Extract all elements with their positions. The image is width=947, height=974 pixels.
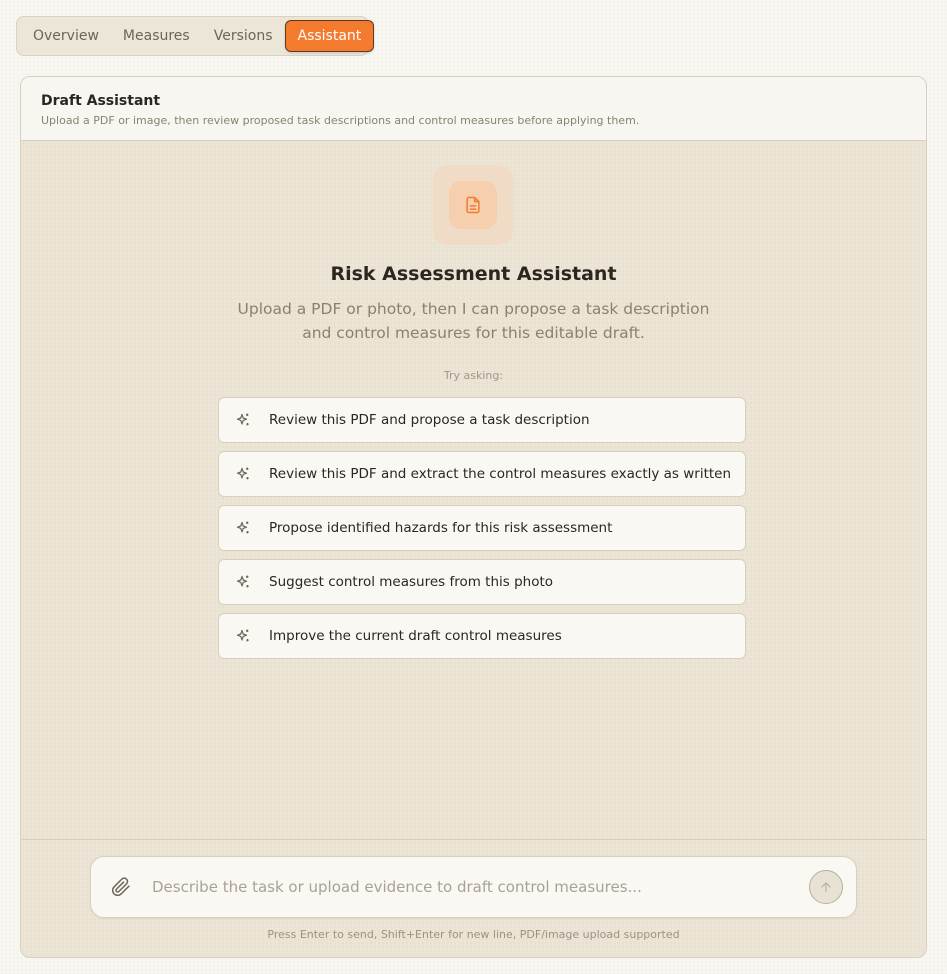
document-icon-badge: [433, 165, 513, 245]
suggestion-label: Improve the current draft control measur…: [269, 628, 562, 644]
suggestion-label: Review this PDF and propose a task descr…: [269, 412, 590, 428]
suggestion-button[interactable]: Improve the current draft control measur…: [218, 613, 746, 659]
tab-versions[interactable]: Versions: [202, 20, 285, 52]
suggestion-list: Review this PDF and propose a task descr…: [218, 397, 746, 667]
suggestion-button[interactable]: Review this PDF and extract the control …: [218, 451, 746, 497]
panel-title: Draft Assistant: [41, 93, 161, 109]
send-button[interactable]: [809, 870, 843, 904]
suggestion-label: Review this PDF and extract the control …: [269, 466, 732, 482]
sparkle-icon: [235, 412, 251, 428]
chat-empty-state: Risk Assessment Assistant Upload a PDF o…: [21, 141, 926, 839]
composer-area: Press Enter to send, Shift+Enter for new…: [21, 839, 926, 957]
sparkle-icon: [235, 466, 251, 482]
message-composer: [90, 856, 857, 918]
tab-measures[interactable]: Measures: [111, 20, 202, 52]
sparkle-icon: [235, 574, 251, 590]
tab-overview[interactable]: Overview: [21, 20, 111, 52]
suggestion-button[interactable]: Suggest control measures from this photo: [218, 559, 746, 605]
try-asking-label: Try asking:: [443, 369, 504, 382]
paperclip-icon[interactable]: [111, 877, 131, 897]
draft-assistant-panel: Draft Assistant Upload a PDF or image, t…: [20, 76, 927, 958]
assistant-description: Upload a PDF or photo, then I can propos…: [237, 300, 710, 342]
sparkle-icon: [235, 520, 251, 536]
tab-assistant[interactable]: Assistant: [284, 20, 375, 52]
document-icon: [449, 181, 497, 229]
suggestion-label: Suggest control measures from this photo: [269, 574, 554, 590]
sparkle-icon: [235, 628, 251, 644]
tab-bar: Overview Measures Versions Assistant: [16, 16, 375, 56]
message-input[interactable]: [152, 878, 809, 896]
panel-header: Draft Assistant Upload a PDF or image, t…: [21, 77, 926, 141]
arrow-up-icon: [819, 880, 833, 894]
assistant-title: Risk Assessment Assistant: [330, 263, 617, 285]
suggestion-label: Propose identified hazards for this risk…: [269, 520, 613, 536]
suggestion-button[interactable]: Review this PDF and propose a task descr…: [218, 397, 746, 443]
composer-hint: Press Enter to send, Shift+Enter for new…: [267, 928, 680, 941]
suggestion-button[interactable]: Propose identified hazards for this risk…: [218, 505, 746, 551]
panel-subtitle: Upload a PDF or image, then review propo…: [41, 114, 640, 127]
